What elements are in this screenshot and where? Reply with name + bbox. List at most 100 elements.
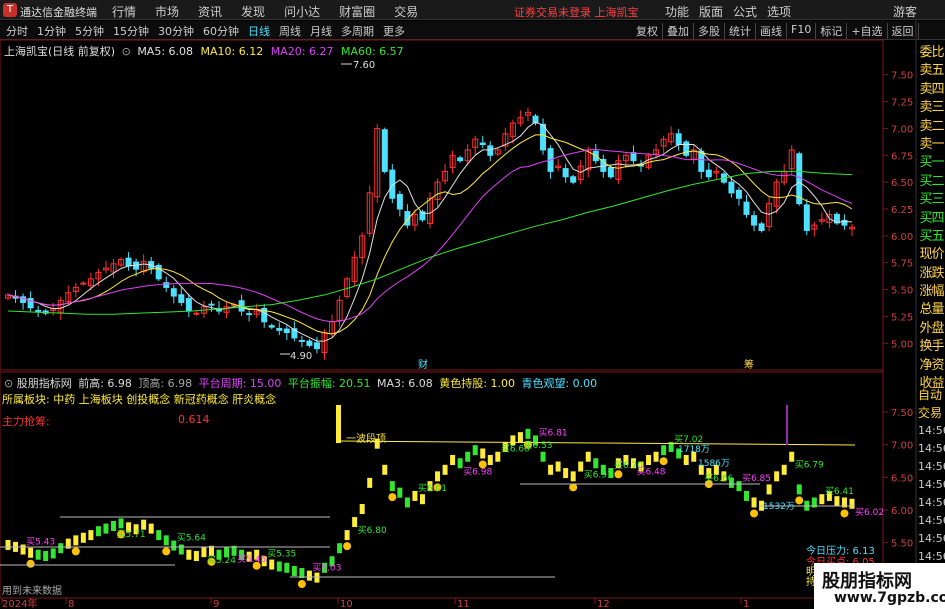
indicator-icon[interactable]: ⊙: [4, 377, 13, 390]
spike-bar: [786, 405, 788, 445]
signal-bar: [359, 504, 365, 514]
finance-marker[interactable]: 财: [418, 358, 428, 371]
candle-body: [396, 193, 403, 210]
candle-body: [705, 169, 712, 178]
signal-bar: [781, 464, 787, 475]
signal-bar: [646, 455, 652, 465]
buy-dot: [26, 559, 35, 568]
main-axis-label: 6.00: [891, 232, 913, 243]
candle-body: [298, 339, 305, 342]
signal-bar: [306, 570, 312, 581]
signal-bar: [653, 451, 659, 462]
candle-body: [630, 152, 637, 162]
signal-bar: [276, 561, 282, 572]
buy-dot: [614, 470, 623, 479]
main-force-value: 0.614: [178, 413, 210, 426]
signal-bar: [412, 490, 418, 501]
buy-label: 买6.85: [742, 473, 771, 484]
candle-body: [479, 142, 486, 146]
trade-item-4: 14:56: [918, 460, 945, 473]
candle-body: [381, 129, 388, 172]
trade-item-3: 14:56: [918, 442, 945, 455]
date-label: 12: [597, 599, 610, 609]
buy-dot: [162, 547, 171, 556]
chevron-down-icon[interactable]: ⊙: [122, 45, 131, 58]
signal-bar: [50, 548, 56, 559]
top-high: 顶高: 6.98: [138, 377, 193, 390]
signal-series: 买5.43 买5.71 买5.64 买5.45买5.35 买5.24 买5.03 买6.80…: [0, 405, 884, 589]
buy-dot: [569, 483, 578, 492]
date-label: 2024年: [2, 597, 37, 609]
signal-bar: [344, 530, 350, 541]
signal-bar: [118, 518, 124, 529]
main-price-axis: 7.50 7.25 7.00 6.75 6.50 6.25 6.00 5.75 5.50 5.25…: [883, 71, 913, 350]
signal-bar: [457, 458, 463, 469]
signal-bar: [819, 494, 825, 505]
sub-axis-label: 7.50: [891, 408, 913, 419]
candle-body: [457, 157, 464, 162]
signal-bar: [435, 471, 441, 482]
sidebar-item-6: 买一: [919, 155, 944, 171]
trade-item-2: 14:56: [918, 424, 945, 437]
sidebar-item-14: 总量: [919, 302, 944, 318]
signal-bar: [171, 540, 177, 551]
buy-dot: [71, 547, 80, 556]
main-axis-label: 6.25: [891, 205, 913, 216]
signal-bar: [555, 461, 561, 472]
wave-top-line: [337, 440, 856, 446]
signal-bar: [88, 530, 94, 541]
signal-bar: [849, 498, 855, 509]
signal-bar: [480, 448, 486, 459]
main-axis-label: 6.75: [891, 151, 913, 162]
chip-marker[interactable]: 筹: [744, 358, 754, 371]
signal-bar: [382, 464, 388, 475]
candle-body: [735, 189, 742, 199]
ma10-line: [7, 134, 853, 335]
signal-bar: [80, 532, 86, 543]
signal-bar: [419, 494, 425, 505]
signal-bar: [141, 519, 147, 530]
signal-bar: [570, 471, 576, 482]
buy-label: 买5.71: [117, 529, 146, 540]
signal-bar: [517, 432, 523, 443]
date-label: 9: [213, 599, 219, 609]
candle-body: [607, 167, 614, 178]
sidebar-item-7: 买二: [919, 173, 944, 189]
signal-bar: [495, 451, 501, 462]
chart-canvas[interactable]: 7.50 7.25 7.00 6.75 6.50 6.25 6.00 5.75 5.50 5.25…: [0, 0, 945, 609]
signal-bar: [352, 517, 358, 528]
buy-label: 买6.80: [358, 525, 387, 536]
sidebar-item-16: 换手: [919, 339, 944, 355]
buy-label: 买6.66: [704, 473, 733, 484]
buy-label: 买5.03: [312, 563, 341, 574]
signal-bar: [337, 543, 343, 554]
trade-item-1[interactable]: 交易: [918, 404, 945, 422]
main-chart-header: 上海凯宝(日线 前复权) ⊙ MA5: 6.08 MA10: 6.12 MA20…: [4, 43, 404, 59]
sidebar-item-17: 净资: [919, 357, 944, 373]
signal-bar: [148, 523, 154, 534]
buy-label: 买6.97: [584, 470, 613, 481]
candle-body: [743, 201, 750, 215]
buy-dot: [750, 509, 759, 518]
candle-body: [751, 215, 758, 226]
signal-bar: [163, 535, 169, 546]
buy-label: 买6.79: [795, 460, 824, 471]
signal-bar: [744, 490, 749, 501]
main-axis-label: 5.00: [891, 339, 913, 350]
signal-bar: [563, 468, 569, 479]
trade-item-0[interactable]: 自动: [918, 386, 945, 404]
sidebar-item-4: 卖二: [919, 118, 944, 134]
candle-body: [170, 288, 177, 297]
buy-label: 买6.53: [523, 440, 552, 451]
buy-label: 买6.98: [463, 466, 492, 477]
stock-title[interactable]: 上海凯宝(日线 前复权): [4, 45, 115, 58]
candle-body: [185, 298, 192, 312]
date-label: 8: [68, 599, 74, 609]
future-data-warning: 用到未来数据: [2, 584, 62, 597]
trade-item-7: 14:56: [918, 514, 945, 527]
signal-bar: [442, 464, 448, 475]
volume-label: 1718万: [678, 445, 710, 455]
indicator-name[interactable]: 股朋指标网: [17, 377, 72, 390]
signal-bar: [593, 458, 599, 469]
sidebar-item-5: 卖一: [919, 136, 944, 152]
